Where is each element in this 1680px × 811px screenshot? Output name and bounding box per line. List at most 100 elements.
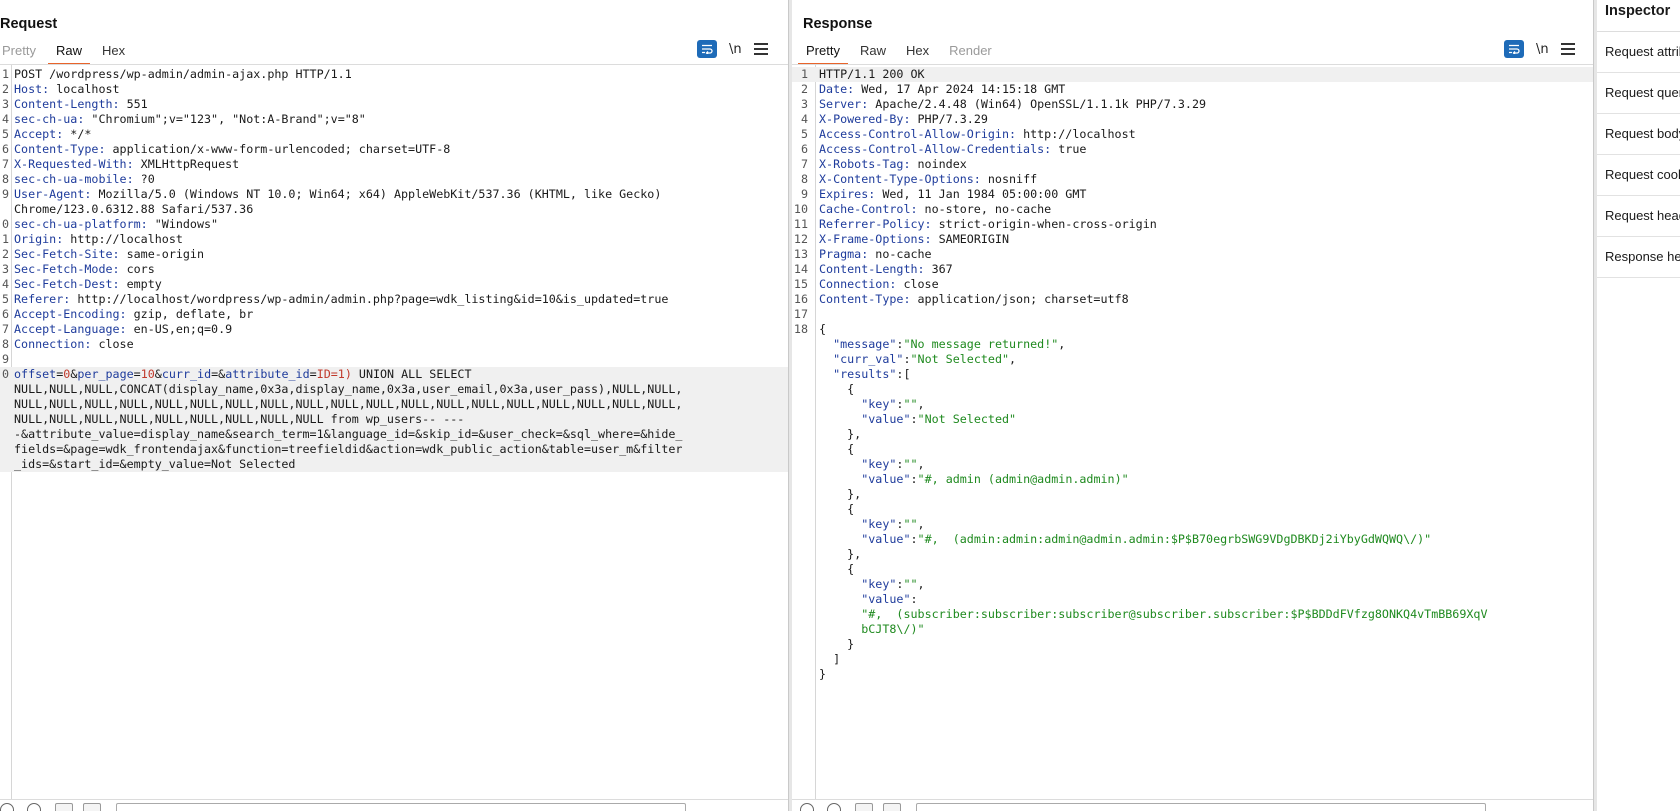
request-code[interactable]: 1 POST /wordpress/wp-admin/admin-ajax.php… [0,67,788,472]
line-number: 7 [1,157,9,171]
line-text: Content-Type: application/x-www-form-url… [14,142,451,156]
response-bottom-bar [792,799,1593,811]
line-text: X-Frame-Options: SAMEORIGIN [819,232,1009,246]
inspector-item-response-headers[interactable]: Response headers [1597,237,1680,278]
response-tabs: Pretty Raw Hex Render [796,43,1002,65]
line-text: { [819,442,855,456]
request-code-line: -&attribute_value=display_name&search_te… [0,427,788,442]
line-number: 7 [1,322,9,336]
line-text: HTTP/1.1 200 OK [819,67,925,81]
inspector-item-request-body-parameters[interactable]: Request body parameters [1597,114,1680,155]
response-code-line: 6 Access-Control-Allow-Credentials: true [792,142,1593,157]
inspector-item-request-headers[interactable]: Request headers [1597,196,1680,237]
line-number: 2 [1,82,9,96]
line-number: 6 [1,142,9,156]
request-code-line: NULL,NULL,NULL,NULL,NULL,NULL,NULL,NULL,… [0,412,788,427]
request-code-line: fields=&page=wdk_frontendajax&function=t… [0,442,788,457]
response-code-line: 2 Date: Wed, 17 Apr 2024 14:15:18 GMT [792,82,1593,97]
request-code-line: 2 Host: localhost [0,82,788,97]
line-text: Sec-Fetch-Dest: empty [14,277,162,291]
request-search-input[interactable] [116,803,686,811]
forward-icon[interactable] [83,803,101,811]
request-editor[interactable]: 1 POST /wordpress/wp-admin/admin-ajax.php… [0,64,788,800]
request-code-line: 9 User-Agent: Mozilla/5.0 (Windows NT 10.… [0,187,788,202]
line-text: -&attribute_value=display_name&search_te… [14,427,683,441]
line-text: "curr_val":"Not Selected", [833,352,1017,366]
response-code-line: }, [792,547,1593,562]
response-tab-raw[interactable]: Raw [850,43,896,65]
response-code-line: { [792,502,1593,517]
response-code-line: 7 X-Robots-Tag: noindex [792,157,1593,172]
line-text: Sec-Fetch-Mode: cors [14,262,155,276]
inspector-item-request-cookies[interactable]: Request cookies [1597,155,1680,196]
forward-icon[interactable] [883,803,901,811]
line-text: sec-ch-ua: "Chromium";v="123", "Not:A-Br… [14,112,366,126]
line-text: X-Robots-Tag: noindex [819,157,967,171]
settings-icon[interactable] [827,803,841,811]
help-icon[interactable] [800,803,814,811]
line-text: X-Content-Type-Options: nosniff [819,172,1038,186]
help-icon[interactable] [0,803,14,811]
back-icon[interactable] [855,803,873,811]
inspector-item-request-attributes[interactable]: Request attributes [1597,32,1680,73]
request-code-line: 3 Content-Length: 551 [0,97,788,112]
line-text: offset=0&per_page=10&curr_id=&attribute_… [14,367,472,381]
show-newlines-button[interactable]: \n [729,42,742,57]
response-code-line: 17 [792,307,1593,322]
request-code-line: 6 Accept-Encoding: gzip, deflate, br [0,307,788,322]
line-text: Accept-Language: en-US,en;q=0.9 [14,322,233,336]
line-number: 14 [793,262,808,276]
back-icon[interactable] [55,803,73,811]
line-number: 11 [793,217,808,231]
line-text: Accept-Encoding: gzip, deflate, br [14,307,254,321]
show-newlines-button[interactable]: \n [1536,42,1549,57]
line-text: "key":"", [861,457,925,471]
response-search-input[interactable] [916,803,1486,811]
line-text: Access-Control-Allow-Credentials: true [819,142,1087,156]
request-tab-pretty[interactable]: Pretty [0,43,46,65]
wrap-lines-icon[interactable] [697,40,717,58]
response-editor[interactable]: 1 HTTP/1.1 200 OK 2 Date: Wed, 17 Apr 2024 … [792,64,1593,800]
inspector-panel: Inspector Request attributes Request que… [1597,0,1680,811]
line-text: User-Agent: Mozilla/5.0 (Windows NT 10.0… [14,187,662,201]
response-panel: Response Pretty Raw Hex Render \n 1 HTTP/… [792,0,1593,811]
line-text: } [819,637,855,651]
line-text: Accept: */* [14,127,92,141]
response-tab-render[interactable]: Render [939,43,1002,65]
line-number: 4 [800,112,808,126]
line-number: 5 [1,292,9,306]
settings-icon[interactable] [27,803,41,811]
request-code-line: 4 sec-ch-ua: "Chromium";v="123", "Not:A-B… [0,112,788,127]
response-tab-hex[interactable]: Hex [896,43,939,65]
request-code-line: NULL,NULL,NULL,NULL,NULL,NULL,NULL,NULL,… [0,397,788,412]
wrap-lines-icon[interactable] [1504,40,1524,58]
response-code[interactable]: 1 HTTP/1.1 200 OK 2 Date: Wed, 17 Apr 2024 … [792,67,1593,682]
menu-icon[interactable] [1560,43,1575,55]
line-text: Content-Length: 367 [819,262,953,276]
inspector-title: Inspector [1605,3,1671,19]
line-text: } [819,667,827,681]
line-text: sec-ch-ua-mobile: ?0 [14,172,155,186]
response-code-line: "value":"#, admin (admin@admin.admin)" [792,472,1593,487]
line-text: bCJT8\/)" [861,622,925,636]
request-tab-raw[interactable]: Raw [46,43,92,65]
line-number: 7 [800,157,808,171]
line-number: 9 [800,187,808,201]
line-text: Content-Length: 551 [14,97,148,111]
line-text: fields=&page=wdk_frontendajax&function=t… [14,442,683,456]
line-number: 6 [800,142,808,156]
line-number: 12 [793,232,808,246]
line-number: 3 [800,97,808,111]
line-number: 6 [1,307,9,321]
line-number: 16 [793,292,808,306]
request-code-line: Chrome/123.0.6312.88 Safari/537.36 [0,202,788,217]
menu-icon[interactable] [753,43,768,55]
line-text: { [819,562,855,576]
response-tab-pretty[interactable]: Pretty [796,43,850,65]
line-number: 18 [793,322,808,336]
response-code-line: }, [792,427,1593,442]
line-number: 17 [793,307,808,321]
request-tab-hex[interactable]: Hex [92,43,135,65]
inspector-item-request-query-parameters[interactable]: Request query parameters [1597,73,1680,114]
response-code-line: "key":"", [792,577,1593,592]
